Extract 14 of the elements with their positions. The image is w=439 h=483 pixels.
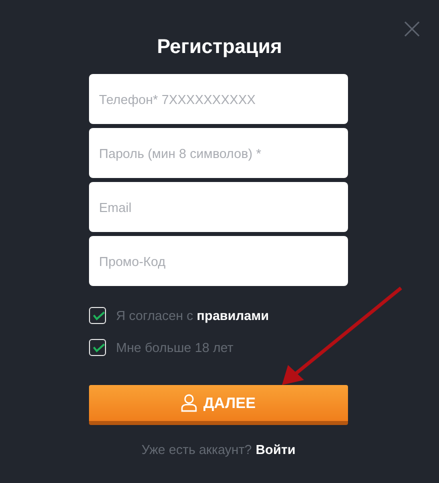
checkbox-label: Я согласен с правилами: [116, 308, 269, 323]
user-icon: [181, 394, 198, 412]
input-field[interactable]: Телефон* 7XXXXXXXXXX: [89, 74, 348, 124]
dialog-title: Регистрация: [156, 36, 284, 59]
close-icon[interactable]: [404, 21, 420, 37]
input-field[interactable]: Пароль (мин 8 символов) *: [89, 128, 348, 178]
checkbox[interactable]: [89, 307, 106, 324]
footer-text: Уже есть аккаунт?: [142, 442, 252, 457]
login-link[interactable]: Войти: [256, 442, 296, 457]
rules-link[interactable]: правилами: [196, 308, 269, 323]
checkbox[interactable]: [89, 339, 106, 356]
input-field[interactable]: Email: [89, 182, 348, 232]
checkbox-label: Мне больше 18 лет: [116, 340, 234, 355]
input-field[interactable]: Промо-Код: [89, 236, 348, 286]
